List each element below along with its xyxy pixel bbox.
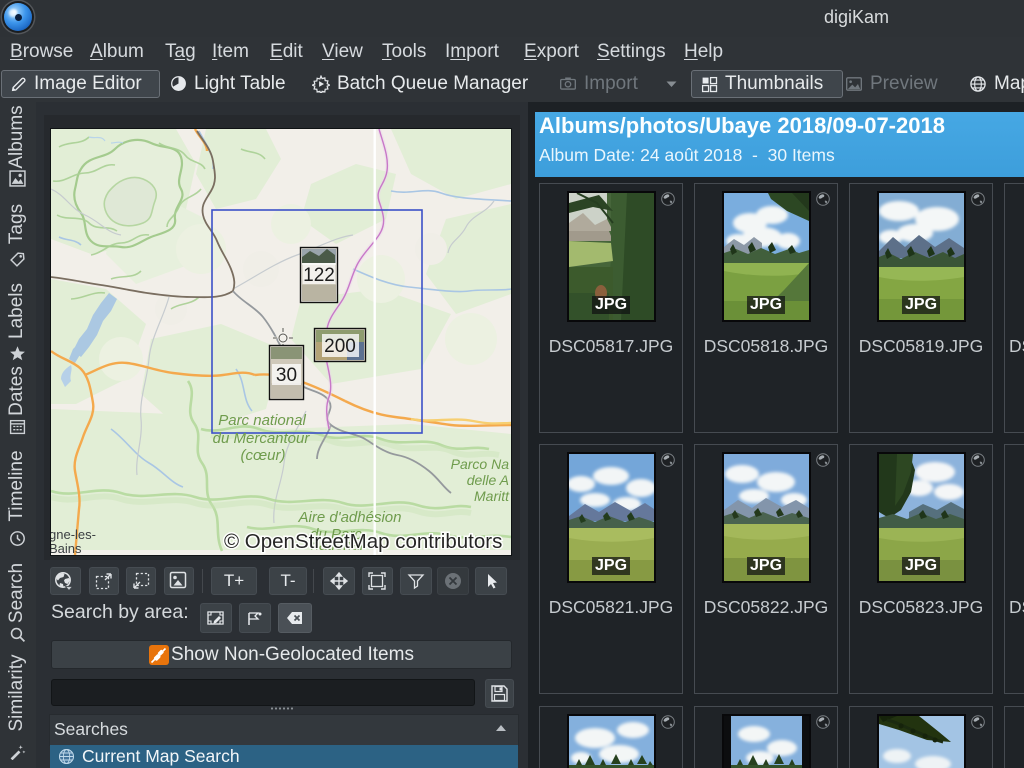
svg-text:gne-les-: gne-les-	[51, 527, 96, 542]
svg-text:Parc national: Parc national	[218, 412, 306, 429]
svg-text:Bains: Bains	[51, 541, 82, 555]
svg-text:delle A: delle A	[467, 472, 509, 488]
svg-text:200: 200	[324, 336, 356, 357]
svg-text:(cœur): (cœur)	[241, 447, 286, 464]
svg-text:© OpenStreetMap contributors: © OpenStreetMap contributors	[224, 530, 502, 553]
svg-text:Aire d'adhésion: Aire d'adhésion	[298, 509, 402, 526]
svg-text:Parco Na: Parco Na	[451, 456, 510, 472]
svg-text:Maritt: Maritt	[474, 488, 510, 504]
svg-text:122: 122	[303, 265, 335, 286]
svg-text:30: 30	[276, 365, 297, 386]
svg-text:du Mercantour: du Mercantour	[213, 430, 311, 447]
